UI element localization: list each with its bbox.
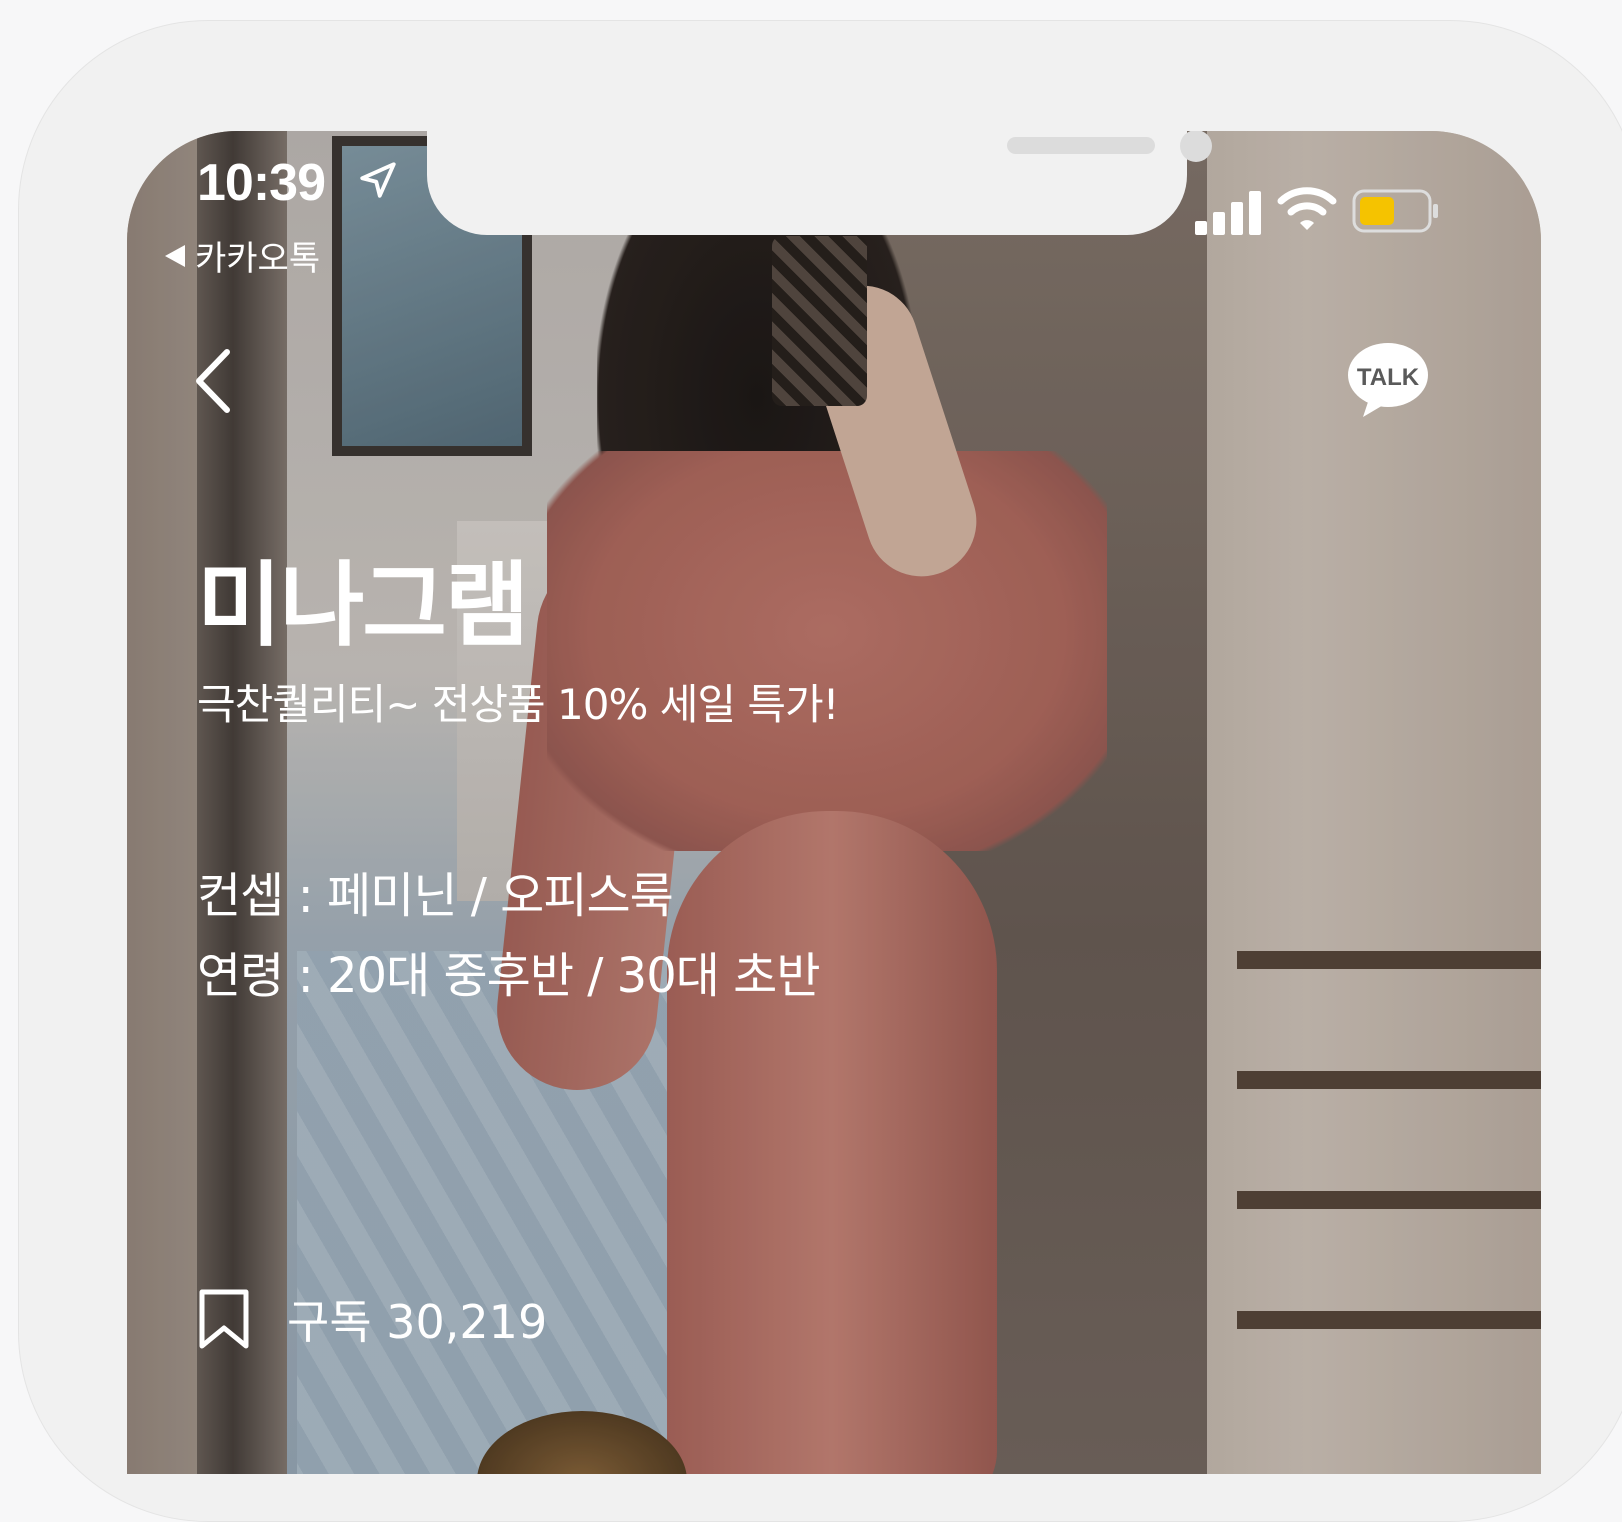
wifi-icon <box>1277 187 1337 230</box>
kakao-talk-icon[interactable]: TALK <box>1347 341 1429 421</box>
notch <box>427 131 1212 235</box>
shop-subtitle: 극찬퀄리티~ 전상품 10% 세일 특가! <box>197 680 839 729</box>
location-arrow-icon <box>360 162 396 198</box>
bookmark-icon <box>199 1289 249 1349</box>
talk-label: TALK <box>1357 364 1420 391</box>
screen: 10:39 카카오톡 TALK 미나그램 극찬퀄리티~ 전상품 10% 세일 특… <box>127 131 1541 1474</box>
subscribe-button[interactable]: 구독 30,219 <box>197 1286 547 1352</box>
background-photo <box>127 131 1541 1474</box>
back-app-label: 카카오톡 <box>195 239 321 279</box>
shop-title: 미나그램 <box>197 552 530 659</box>
age-text: 연령 : 20대 중후반 / 30대 초반 <box>197 948 820 1004</box>
speaker <box>1007 137 1155 154</box>
battery-icon <box>1352 189 1438 233</box>
back-to-app[interactable]: 카카오톡 <box>165 231 320 280</box>
shop-info: 컨셉 : 페미닌 / 오피스룩 연령 : 20대 중후반 / 30대 초반 <box>197 856 820 1016</box>
status-time: 10:39 <box>197 154 326 212</box>
chevron-left-icon[interactable] <box>189 346 237 416</box>
subscribe-count: 구독 30,219 <box>287 1295 548 1349</box>
cellular-signal-icon <box>1195 191 1261 235</box>
back-triangle-icon <box>165 244 185 267</box>
concept-text: 컨셉 : 페미닌 / 오피스룩 <box>197 868 674 924</box>
phone-frame: 10:39 카카오톡 TALK 미나그램 극찬퀄리티~ 전상품 10% 세일 특… <box>18 20 1622 1522</box>
camera <box>1180 131 1212 162</box>
